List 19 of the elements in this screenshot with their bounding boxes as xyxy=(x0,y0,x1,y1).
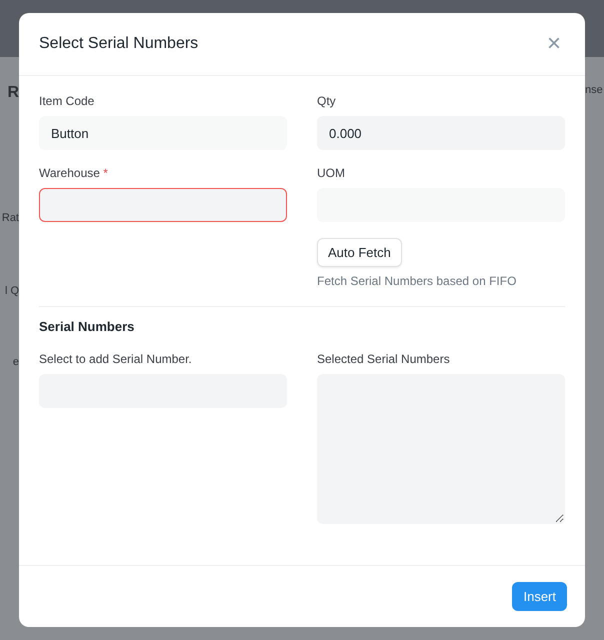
dialog-title: Select Serial Numbers xyxy=(39,35,198,53)
section-title: Serial Numbers xyxy=(39,319,136,334)
text-area[interactable] xyxy=(317,374,565,524)
field-label: Item Code xyxy=(39,94,96,108)
help-text: Fetch Serial Numbers based on FIFO xyxy=(317,274,518,288)
field-label: Warehouse * xyxy=(39,166,109,180)
background-text: nse xyxy=(585,84,604,96)
field-label: Select to add Serial Number. xyxy=(39,352,193,366)
background-text: Rat xyxy=(2,212,19,224)
field-label: UOM xyxy=(317,166,346,180)
background-text: l Q xyxy=(4,285,19,297)
background-text: e xyxy=(12,356,19,368)
auto-fetch-button[interactable]: Auto Fetch xyxy=(317,238,402,267)
background-text: R xyxy=(7,84,19,102)
input-field[interactable]: Button xyxy=(39,116,287,150)
input-field[interactable] xyxy=(39,188,287,222)
input-field[interactable]: 0.000 xyxy=(317,116,565,150)
field-label: Selected Serial Numbers xyxy=(317,352,451,366)
field-label: Qty xyxy=(317,94,337,108)
